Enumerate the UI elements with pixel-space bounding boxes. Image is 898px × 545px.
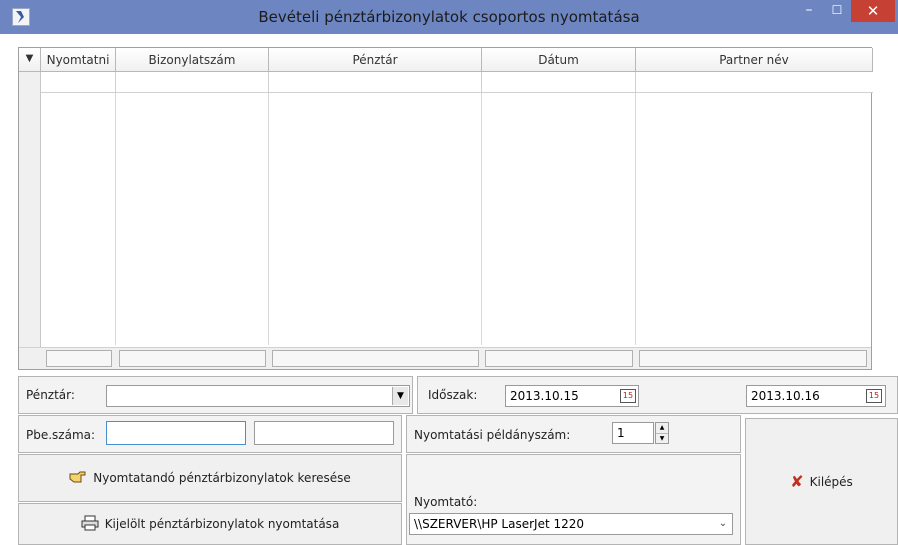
printer-select[interactable]: \\SZERVER\HP LaserJet 1220: [409, 513, 733, 535]
grid-cell[interactable]: [269, 72, 482, 93]
date-from-field[interactable]: 2013.10.15: [505, 385, 639, 407]
grid-cell[interactable]: [116, 72, 269, 93]
footer-cell: [485, 350, 633, 367]
penztar-combobox[interactable]: [106, 385, 410, 407]
pointing-hand-icon: [69, 470, 87, 487]
copies-input[interactable]: 1: [612, 422, 654, 444]
close-x-icon: ✘: [790, 472, 804, 491]
grid-column-body: [116, 93, 269, 345]
footer-cell: [639, 350, 867, 367]
idoszak-label: Időszak:: [428, 388, 478, 402]
pbe-from-input[interactable]: [106, 421, 246, 445]
grid-column-body: [269, 93, 482, 345]
grid-cell[interactable]: [636, 72, 873, 93]
grid-column-body: [482, 93, 636, 345]
minimize-button[interactable]: –: [796, 0, 822, 22]
grid-cell[interactable]: [41, 72, 116, 93]
column-header-bizonylatszam[interactable]: Bizonylatszám: [116, 48, 269, 72]
column-header-penztar[interactable]: Pénztár: [269, 48, 482, 72]
column-header-partner-nev[interactable]: Partner név: [636, 48, 873, 72]
date-to-field[interactable]: 2013.10.16: [746, 385, 886, 407]
document-grid[interactable]: ▼ Nyomtatni Bizonylatszám Pénztár Dátum …: [18, 47, 873, 370]
column-menu-button[interactable]: ▼: [19, 48, 41, 72]
copies-label: Nyomtatási példányszám:: [414, 428, 571, 442]
search-documents-button[interactable]: Nyomtatandó pénztárbizonylatok keresése: [18, 454, 402, 502]
exit-button[interactable]: ✘ Kilépés: [745, 418, 898, 545]
spin-down-icon[interactable]: ▼: [656, 434, 668, 444]
column-header-datum[interactable]: Dátum: [482, 48, 636, 72]
printer-label: Nyomtató:: [414, 495, 478, 509]
window-title: Bevételi pénztárbizonylatok csoportos ny…: [258, 8, 640, 26]
penztar-dropdown-button[interactable]: ▼: [392, 387, 408, 405]
row-selector-column: [19, 72, 41, 347]
copies-spinner[interactable]: ▲ ▼: [655, 422, 669, 444]
footer-cell: [272, 350, 479, 367]
footer-cell: [46, 350, 112, 367]
chevron-down-icon[interactable]: ⌄: [716, 514, 730, 534]
dropdown-arrow-icon: ▼: [25, 53, 34, 64]
footer-cell: [119, 350, 266, 367]
spin-up-icon[interactable]: ▲: [656, 423, 668, 434]
column-header-nyomtatni[interactable]: Nyomtatni: [41, 48, 116, 72]
pbe-label: Pbe.száma:: [26, 428, 96, 442]
calendar-icon[interactable]: 15: [866, 389, 882, 403]
calendar-icon[interactable]: 15: [620, 389, 636, 403]
close-button[interactable]: ✕: [851, 0, 895, 22]
penztar-label: Pénztár:: [26, 388, 75, 402]
grid-column-body: [41, 93, 116, 345]
print-selected-button[interactable]: Kijelölt pénztárbizonylatok nyomtatása: [18, 503, 402, 545]
grid-cell[interactable]: [482, 72, 636, 93]
pbe-to-input[interactable]: [254, 421, 394, 445]
dropdown-arrow-icon: ▼: [397, 391, 404, 401]
maximize-button[interactable]: ☐: [824, 0, 850, 22]
printer-icon: [81, 515, 99, 534]
